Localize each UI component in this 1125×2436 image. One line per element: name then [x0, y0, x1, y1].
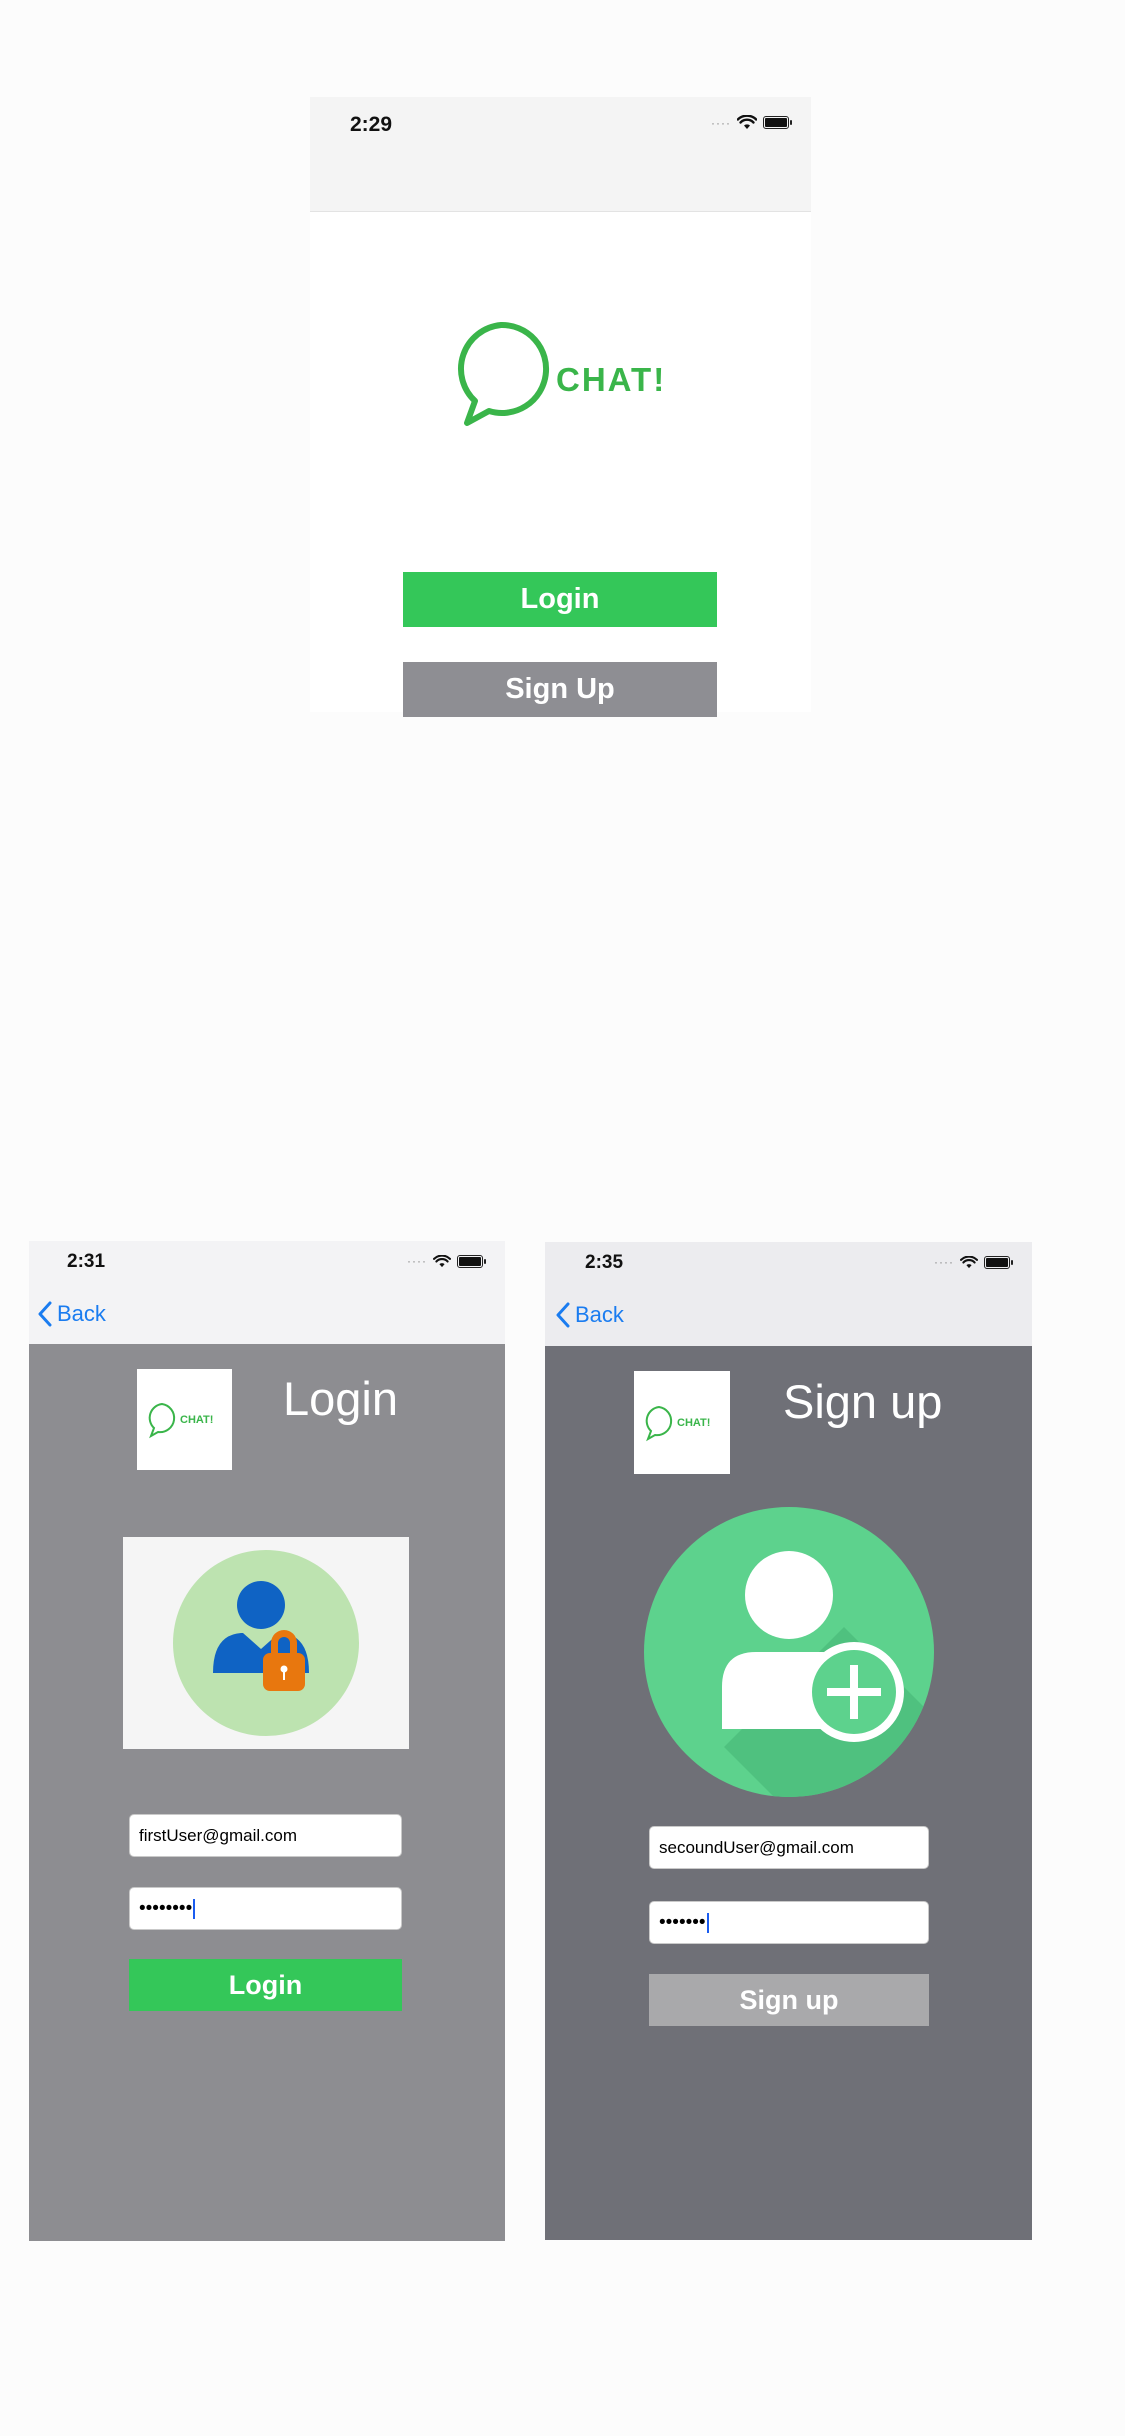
- status-icons: ····: [407, 1254, 486, 1268]
- login-button[interactable]: Login: [403, 572, 717, 627]
- email-field[interactable]: secoundUser@gmail.com: [649, 1826, 929, 1869]
- chevron-left-icon: [38, 1301, 52, 1327]
- back-button[interactable]: Back: [37, 1301, 106, 1327]
- battery-icon: [763, 116, 792, 129]
- svg-text:CHAT!: CHAT!: [677, 1417, 710, 1429]
- wifi-icon: [737, 115, 757, 129]
- back-label: Back: [57, 1301, 106, 1326]
- status-bar: 2:29 ····: [310, 97, 811, 212]
- status-icons: ····: [934, 1255, 1013, 1269]
- status-time: 2:31: [67, 1251, 106, 1272]
- svg-text:CHAT!: CHAT!: [180, 1414, 213, 1426]
- user-add-icon: [644, 1507, 934, 1797]
- small-logo: CHAT!: [137, 1369, 232, 1470]
- text-caret: [706, 1912, 709, 1933]
- login-content: CHAT! Login firstUser@gmail.com ••••••••…: [29, 1344, 505, 2241]
- battery-icon: [457, 1254, 486, 1268]
- page-title: Login: [283, 1372, 398, 1425]
- signal-icon: ····: [711, 115, 731, 130]
- small-logo: CHAT!: [634, 1371, 730, 1474]
- wifi-icon: [433, 1254, 451, 1267]
- password-field[interactable]: •••••••: [649, 1901, 929, 1944]
- logo-text: CHAT!: [556, 361, 667, 398]
- user-lock-icon: [173, 1550, 359, 1736]
- app-logo: CHAT!: [453, 321, 673, 431]
- email-value: firstUser@gmail.com: [139, 1825, 297, 1845]
- chat-bubble-icon: [458, 321, 550, 426]
- signal-icon: ····: [407, 1254, 427, 1268]
- password-value: •••••••: [659, 1911, 706, 1933]
- chevron-left-icon: [556, 1302, 570, 1328]
- text-caret: [193, 1898, 196, 1919]
- password-field[interactable]: ••••••••: [129, 1887, 402, 1930]
- wifi-icon: [960, 1255, 978, 1268]
- signup-button[interactable]: Sign Up: [403, 662, 717, 717]
- status-time: 2:29: [350, 113, 393, 136]
- email-value: secoundUser@gmail.com: [659, 1837, 854, 1857]
- signup-screen: 2:35 ···· Back CHAT! Sign up secoundUser…: [545, 1242, 1032, 2240]
- signup-nav-bar: 2:35 ···· Back: [545, 1242, 1032, 1346]
- battery-icon: [984, 1255, 1013, 1269]
- password-value: ••••••••: [139, 1897, 193, 1919]
- main-screen: 2:29 ···· CHAT! Login Sign Up: [310, 97, 811, 717]
- back-button[interactable]: Back: [555, 1302, 624, 1328]
- signal-icon: ····: [934, 1255, 954, 1269]
- status-icons: ····: [711, 115, 792, 130]
- page-title: Sign up: [783, 1375, 943, 1428]
- login-screen: 2:31 ···· Back CHAT! Login firstUser@gma…: [29, 1241, 505, 2241]
- email-field[interactable]: firstUser@gmail.com: [129, 1814, 402, 1857]
- chat-bubble-icon: CHAT!: [148, 1402, 213, 1438]
- login-submit-button[interactable]: Login: [129, 1959, 402, 2011]
- signup-submit-button[interactable]: Sign up: [649, 1974, 929, 2026]
- login-nav-bar: 2:31 ···· Back: [29, 1241, 505, 1344]
- status-time: 2:35: [585, 1252, 624, 1273]
- back-label: Back: [575, 1302, 624, 1327]
- user-lock-illustration: [123, 1537, 409, 1749]
- signup-content: CHAT! Sign up secoundUser@gmail.com ••••…: [545, 1346, 1032, 2240]
- chat-bubble-icon: CHAT!: [645, 1405, 710, 1441]
